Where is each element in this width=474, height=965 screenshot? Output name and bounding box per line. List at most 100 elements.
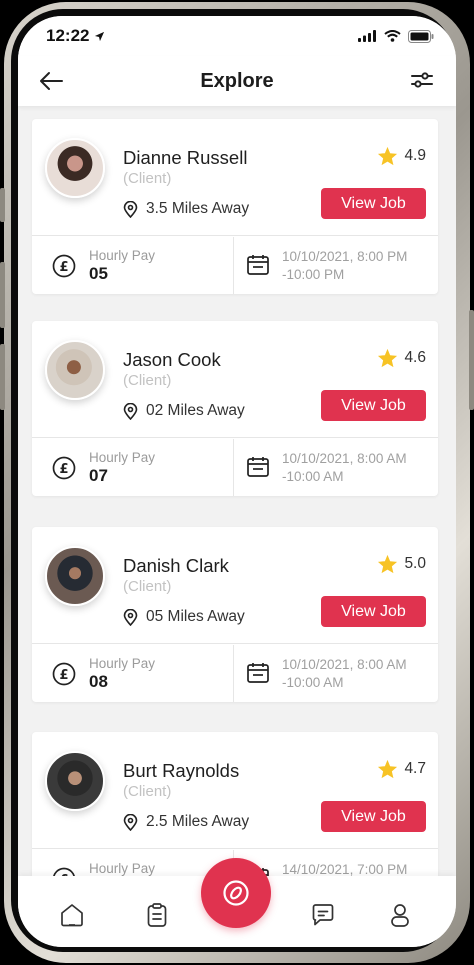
calendar-icon: [247, 255, 269, 275]
job-card-summary: Dianne Russell (Client) 3.5 Miles Away 4…: [32, 119, 438, 236]
rating: 4.9: [377, 146, 426, 166]
distance: 05 Miles Away: [123, 608, 245, 626]
job-list[interactable]: Dianne Russell (Client) 3.5 Miles Away 4…: [18, 106, 456, 876]
app-header: Explore: [18, 56, 456, 106]
pound-currency-icon: £: [52, 254, 76, 278]
view-job-button[interactable]: View Job: [321, 390, 426, 421]
client-role: (Client): [123, 783, 172, 800]
rating: 4.6: [377, 348, 426, 368]
volume-up-button: [0, 262, 5, 328]
hourly-pay-cell: £ Hourly Pay 07: [32, 439, 234, 496]
chat-icon: [312, 904, 334, 926]
hourly-pay-value: 05: [89, 264, 108, 283]
schedule-cell: 10/10/2021, 8:00 AM -10:00 AM: [235, 439, 438, 496]
nav-jobs[interactable]: [142, 900, 172, 930]
schedule-text: 14/10/2021, 7:00 PM: [282, 861, 407, 876]
job-card-summary: Burt Raynolds (Client) 2.5 Miles Away 4.…: [32, 732, 438, 849]
cellular-signal-icon: [358, 30, 376, 42]
distance-text: 02 Miles Away: [146, 402, 245, 419]
mute-switch: [0, 188, 5, 222]
client-name: Danish Clark: [123, 555, 229, 576]
schedule-cell: 10/10/2021, 8:00 AM -10:00 AM: [235, 645, 438, 702]
nav-messages[interactable]: [308, 900, 338, 930]
distance: 2.5 Miles Away: [123, 813, 249, 831]
schedule-cell: 10/10/2021, 8:00 PM -10:00 PM: [235, 237, 438, 294]
volume-down-button: [0, 344, 5, 410]
pound-currency-icon: £: [52, 456, 76, 480]
hourly-pay-label: Hourly Pay: [89, 248, 156, 263]
status-time: 12:22: [46, 26, 90, 45]
job-card[interactable]: Jason Cook (Client) 02 Miles Away 4.6 Vi…: [32, 321, 438, 496]
schedule-start: 14/10/2021, 7:00 PM: [282, 862, 408, 876]
battery-icon: [408, 29, 434, 43]
rating-value: 5.0: [404, 555, 426, 572]
explore-fab[interactable]: [201, 858, 271, 928]
hourly-pay-cell: £ Hourly Pay: [32, 850, 234, 876]
distance: 02 Miles Away: [123, 402, 245, 420]
home-icon: [61, 904, 83, 927]
rating: 5.0: [377, 554, 426, 574]
schedule-text: 10/10/2021, 8:00 AM -10:00 AM: [282, 656, 407, 692]
sliders-icon: [411, 72, 433, 88]
rating-value: 4.7: [404, 760, 426, 777]
distance-text: 05 Miles Away: [146, 608, 245, 625]
profile-icon: [391, 904, 409, 927]
job-card[interactable]: Dianne Russell (Client) 3.5 Miles Away 4…: [32, 119, 438, 294]
job-card-summary: Danish Clark (Client) 05 Miles Away 5.0 …: [32, 527, 438, 644]
schedule-end: -10:00 AM: [282, 675, 344, 690]
client-role: (Client): [123, 372, 172, 389]
page-title: Explore: [200, 69, 274, 92]
job-card-summary: Jason Cook (Client) 02 Miles Away 4.6 Vi…: [32, 321, 438, 438]
location-pin-icon: [123, 813, 138, 831]
calendar-icon: [247, 457, 269, 477]
avatar: [45, 138, 105, 198]
location-pin-icon: [123, 200, 138, 218]
clipboard-icon: [147, 903, 167, 927]
star-icon: [378, 759, 398, 779]
star-icon: [378, 348, 398, 368]
rating-value: 4.9: [404, 147, 426, 164]
client-role: (Client): [123, 170, 172, 187]
view-job-button[interactable]: View Job: [321, 596, 426, 627]
hourly-pay-cell: £ Hourly Pay 05: [32, 237, 234, 294]
hourly-pay-label: Hourly Pay: [89, 656, 156, 671]
client-name: Dianne Russell: [123, 147, 248, 168]
hourly-pay-value: 07: [89, 466, 108, 485]
rating-value: 4.6: [404, 349, 426, 366]
client-role: (Client): [123, 578, 172, 595]
view-job-button[interactable]: View Job: [321, 188, 426, 219]
nav-home[interactable]: [57, 900, 87, 930]
job-card-details: £ Hourly Pay 07 10/10/2021, 8:00 AM -10:…: [32, 439, 438, 496]
pound-currency-icon: £: [53, 867, 75, 876]
schedule-text: 10/10/2021, 8:00 PM -10:00 PM: [282, 248, 407, 284]
star-icon: [378, 554, 398, 574]
status-time-group: 12:22: [46, 26, 105, 46]
nav-profile[interactable]: [385, 900, 415, 930]
back-button[interactable]: [38, 68, 68, 94]
explore-icon: [223, 880, 249, 906]
client-name: Burt Raynolds: [123, 760, 240, 781]
screen: 12:22 Explore Dianne Russell (Client) 3.…: [18, 16, 456, 947]
schedule-end: -10:00 PM: [282, 267, 345, 282]
status-bar: 12:22: [18, 16, 456, 56]
filter-button[interactable]: [410, 68, 436, 94]
view-job-button[interactable]: View Job: [321, 801, 426, 832]
wifi-icon: [384, 30, 401, 42]
client-name: Jason Cook: [123, 349, 221, 370]
hourly-pay-cell: £ Hourly Pay 08: [32, 645, 234, 702]
star-icon: [378, 146, 398, 166]
location-pin-icon: [123, 608, 138, 626]
back-arrow-icon: [40, 72, 63, 90]
distance-text: 3.5 Miles Away: [146, 200, 250, 217]
avatar: [45, 546, 105, 606]
hourly-pay-label: Hourly Pay: [89, 450, 156, 465]
job-card[interactable]: Danish Clark (Client) 05 Miles Away 5.0 …: [32, 527, 438, 702]
schedule-start: 10/10/2021, 8:00 AM: [282, 451, 407, 466]
status-icons: [358, 29, 434, 43]
power-button: [469, 310, 474, 410]
avatar: [45, 751, 105, 811]
schedule-end: -10:00 AM: [282, 469, 344, 484]
job-card[interactable]: Burt Raynolds (Client) 2.5 Miles Away 4.…: [32, 732, 438, 876]
location-pin-icon: [123, 402, 138, 420]
schedule-start: 10/10/2021, 8:00 PM: [282, 249, 408, 264]
